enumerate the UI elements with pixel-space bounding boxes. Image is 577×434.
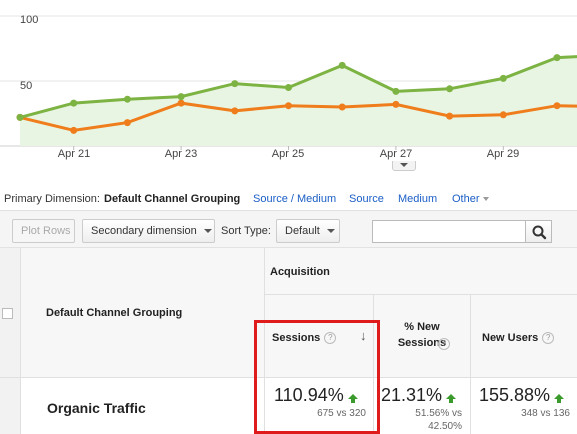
arrow-up-icon [554, 394, 565, 403]
dimension-default-channel-grouping[interactable]: Default Channel Grouping [104, 193, 240, 205]
dimension-link-other[interactable]: Other [452, 193, 489, 205]
dimension-link-source-medium[interactable]: Source / Medium [253, 193, 336, 205]
sessions-point [392, 87, 400, 95]
dimension-link-medium[interactable]: Medium [398, 193, 437, 205]
x-axis-label: Apr 29 [486, 148, 520, 160]
caret-down-icon [203, 229, 212, 234]
x-axis-label: Apr 25 [271, 148, 305, 160]
table-search-input[interactable] [372, 220, 526, 243]
sessions-point [177, 93, 185, 101]
new-users-change-pct: 155.88% [479, 385, 551, 405]
compare-point [123, 119, 131, 127]
acquisition-group-header: Acquisition [270, 266, 330, 278]
new-sessions-column-header[interactable]: % New Sessions [377, 319, 467, 351]
new-users-column-header[interactable]: New Users? [482, 330, 577, 346]
sessions-highlight-box [254, 320, 380, 434]
new-users-change-value: 155.88% [479, 385, 565, 406]
help-icon[interactable]: ? [542, 332, 555, 345]
caret-down-icon [482, 197, 489, 202]
row-label-organic-traffic[interactable]: Organic Traffic [47, 400, 146, 416]
compare-point [392, 100, 400, 108]
sort-type-label: Sort Type: [221, 225, 271, 237]
row-divider [264, 294, 577, 295]
data-table: Acquisition Default Channel Grouping Ses… [0, 248, 577, 434]
sessions-point [338, 61, 346, 69]
sessions-point [70, 99, 78, 107]
primary-dimension-label: Primary Dimension: [4, 193, 100, 205]
default-channel-grouping-header[interactable]: Default Channel Grouping [46, 305, 182, 321]
dimension-link-source[interactable]: Source [349, 193, 384, 205]
compare-point [499, 111, 507, 119]
select-all-checkbox[interactable] [2, 308, 13, 319]
sessions-point [123, 95, 131, 103]
new-users-compare-value: 348 vs 136 [521, 408, 570, 419]
sessions-point [446, 85, 454, 93]
new-sessions-compare-value: 51.56% vs 42.50% [415, 408, 462, 432]
table-toolbar: Plot Rows Secondary dimension Sort Type:… [0, 210, 577, 248]
search-button[interactable] [525, 220, 552, 243]
x-axis-label: Apr 21 [57, 148, 91, 160]
search-icon [532, 225, 547, 240]
x-axis-label: Apr 27 [379, 148, 413, 160]
new-users-header-label: New Users [482, 332, 539, 344]
secondary-dimension-dropdown[interactable]: Secondary dimension [82, 219, 215, 243]
secondary-dimension-label: Secondary dimension [91, 225, 197, 237]
help-icon[interactable]: ? [438, 338, 450, 350]
column-divider [470, 294, 471, 434]
sessions-point [499, 74, 507, 82]
new-sessions-change-pct: 21.31% [381, 385, 443, 405]
compare-point [231, 107, 239, 115]
primary-dimension-bar: Primary Dimension: Default Channel Group… [0, 193, 577, 207]
compare-point [446, 112, 454, 120]
compare-point [285, 102, 292, 110]
sort-type-dropdown[interactable]: Default [276, 219, 340, 243]
sessions-point [231, 80, 239, 88]
y-axis-label-50: 50 [20, 80, 33, 92]
sessions-point [285, 84, 292, 91]
compare-point [70, 126, 78, 134]
column-divider [20, 248, 21, 434]
chart-collapse-tab[interactable] [392, 161, 416, 171]
sessions-point [16, 113, 24, 121]
chart-svg [0, 15, 577, 150]
compare-point [553, 102, 561, 110]
arrow-up-icon [446, 394, 457, 403]
y-axis-label-100: 100 [20, 14, 39, 26]
sessions-point [553, 54, 561, 62]
caret-down-icon [326, 229, 335, 234]
compare-point [338, 103, 346, 111]
dimension-other-label: Other [452, 193, 480, 205]
chevron-down-icon [400, 163, 408, 167]
select-column [0, 248, 20, 434]
plot-rows-button[interactable]: Plot Rows [12, 219, 75, 243]
compare-point [177, 99, 185, 107]
new-sessions-change-value: 21.31% [381, 385, 457, 406]
x-axis-label: Apr 23 [164, 148, 198, 160]
sessions-chart: 100 50 Apr 21 Apr 23 Apr 25 Apr 27 Apr 2… [0, 0, 577, 172]
sort-type-value: Default [285, 225, 320, 237]
